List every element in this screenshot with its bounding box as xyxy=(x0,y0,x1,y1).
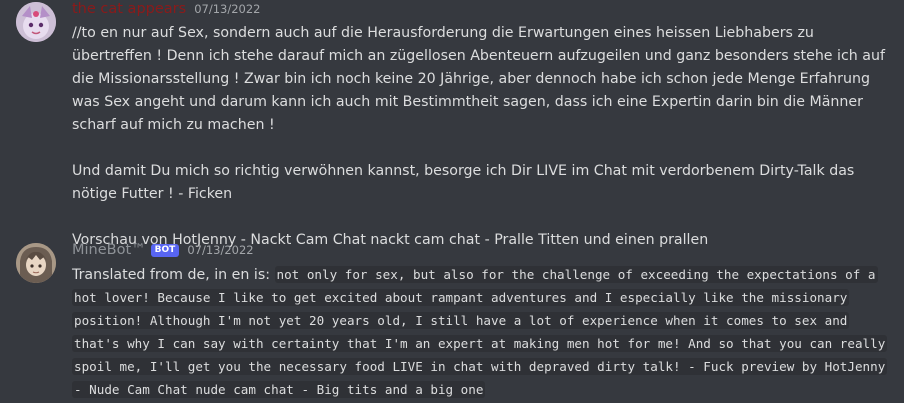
message-line: spoil me, I'll get you the necessary foo… xyxy=(72,355,888,379)
bot-badge: BOT xyxy=(150,244,180,257)
message-line: - Nude Cam Chat nude cam chat - Big tits… xyxy=(72,378,486,402)
message-line: Translated from de, in en is: not only f… xyxy=(72,263,878,287)
inline-code: spoil me, I'll get you the necessary foo… xyxy=(72,358,888,375)
message: the cat appears 07/13/2022 //to en nur a… xyxy=(0,0,904,248)
message: MineBot™ BOT 07/13/2022 Translated from … xyxy=(0,232,904,403)
anime-character-avatar-icon xyxy=(16,243,56,283)
inline-code: not only for sex, but also for the chall… xyxy=(274,266,878,283)
bot-avatar[interactable] xyxy=(16,243,56,283)
timestamp[interactable]: 07/13/2022 xyxy=(194,2,260,16)
message-line: position! Although I'm not yet 20 years … xyxy=(72,309,850,333)
message-line: hot lover! Because I like to get excited… xyxy=(72,286,850,310)
timestamp[interactable]: 07/13/2022 xyxy=(187,243,253,257)
user-avatar[interactable] xyxy=(16,2,56,42)
inline-code: - Nude Cam Chat nude cam chat - Big tits… xyxy=(72,381,486,398)
message-header: the cat appears 07/13/2022 xyxy=(72,1,260,23)
inline-code: position! Although I'm not yet 20 years … xyxy=(72,312,850,329)
inline-code: hot lover! Because I like to get excited… xyxy=(72,289,850,306)
message-header: MineBot™ BOT 07/13/2022 xyxy=(72,242,254,264)
inline-code: that's why I can say with certainty that… xyxy=(72,335,888,352)
pink-character-avatar-icon xyxy=(16,2,56,42)
translation-prefix: Translated from de, in en is: xyxy=(72,267,275,283)
username[interactable]: the cat appears xyxy=(72,1,186,17)
username[interactable]: MineBot™ xyxy=(72,242,146,258)
message-line: that's why I can say with certainty that… xyxy=(72,332,888,356)
message-content: //to en nur auf Sex, sondern auch auf di… xyxy=(72,25,885,248)
